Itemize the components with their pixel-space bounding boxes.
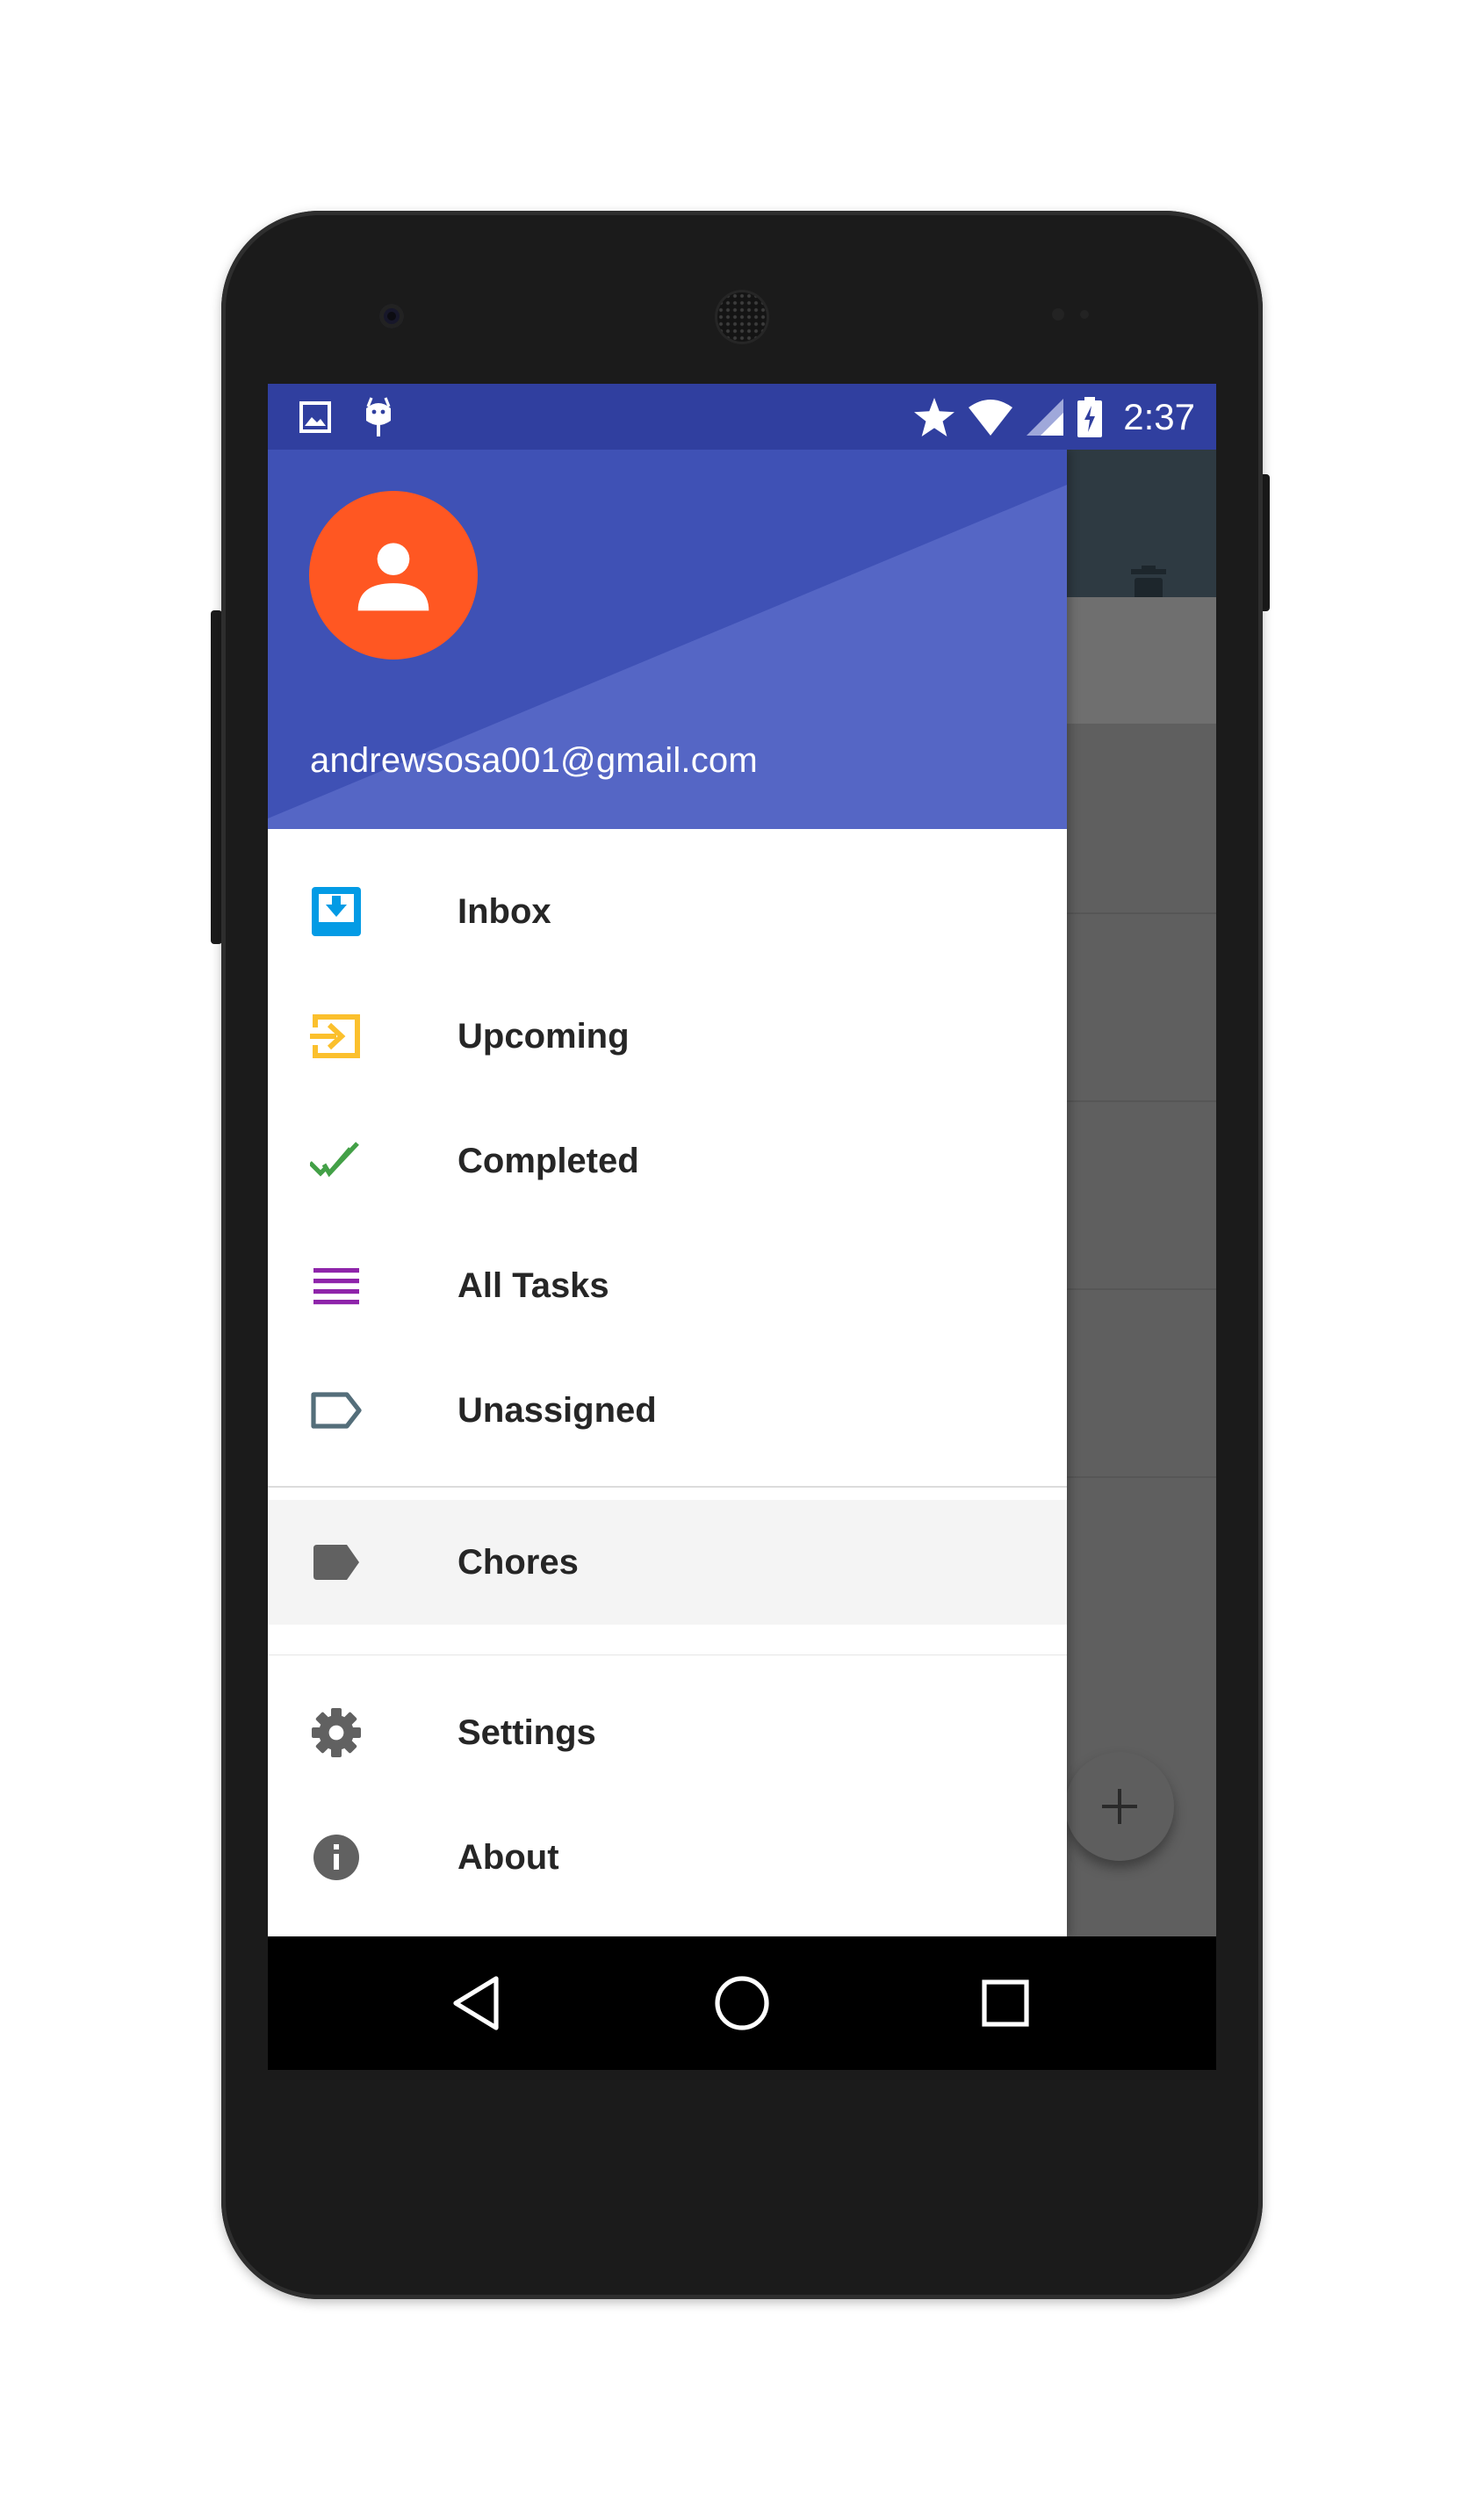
battery-charging-icon <box>1077 396 1103 437</box>
navigation-drawer: andrewsosa001@gmail.com Inbox Upcoming C… <box>268 450 1067 1936</box>
person-icon <box>357 543 429 611</box>
proximity-sensor <box>1052 308 1064 321</box>
settings-icon <box>312 1708 361 1757</box>
wifi-icon <box>969 399 1013 436</box>
plus-icon <box>1102 1789 1137 1824</box>
status-bar: 2:37 <box>268 384 1216 450</box>
inbox-icon <box>312 887 361 936</box>
avatar[interactable] <box>309 491 478 660</box>
back-icon[interactable] <box>449 1973 508 2033</box>
nav-item-unassigned[interactable]: Unassigned <box>268 1348 1067 1473</box>
divider <box>268 1486 1067 1488</box>
nav-item-label: Unassigned <box>457 1391 657 1430</box>
info-icon <box>313 1835 359 1880</box>
nav-item-about[interactable]: About <box>268 1795 1067 1920</box>
nav-item-label: Settings <box>457 1713 596 1752</box>
home-icon[interactable] <box>712 1973 772 2033</box>
label-outline-icon <box>311 1392 362 1429</box>
nav-item-label: Completed <box>457 1142 639 1180</box>
signal-icon <box>1027 398 1064 436</box>
earpiece-speaker <box>717 292 767 342</box>
nav-item-upcoming[interactable]: Upcoming <box>268 974 1067 1099</box>
nav-item-completed[interactable]: Completed <box>268 1099 1067 1223</box>
nav-item-all-tasks[interactable]: All Tasks <box>268 1223 1067 1348</box>
upcoming-icon <box>310 1014 360 1058</box>
nav-item-label: Upcoming <box>457 1017 630 1056</box>
nav-item-label: Chores <box>457 1543 579 1582</box>
list-icon <box>313 1268 359 1305</box>
recents-icon[interactable] <box>976 1973 1035 2033</box>
nav-item-label: Inbox <box>457 892 551 931</box>
star-icon <box>914 397 955 436</box>
drawer-header: andrewsosa001@gmail.com <box>268 450 1067 829</box>
status-time: 2:37 <box>1123 395 1195 437</box>
system-nav-bar <box>268 1936 1216 2070</box>
image-icon <box>299 401 331 433</box>
nav-item-inbox[interactable]: Inbox <box>268 849 1067 974</box>
android-debug-icon <box>366 397 391 436</box>
light-sensor <box>1080 310 1089 319</box>
nav-item-settings[interactable]: Settings <box>268 1670 1067 1795</box>
add-task-fab[interactable] <box>1065 1752 1174 1861</box>
front-camera <box>379 304 404 328</box>
done-all-icon <box>310 1142 359 1178</box>
account-email[interactable]: andrewsosa001@gmail.com <box>310 741 758 781</box>
nav-item-chores[interactable]: Chores <box>268 1500 1067 1625</box>
nav-item-label: About <box>457 1838 559 1877</box>
phone-screen: 2:37 andrewsosa001@gmail.com Inbox Upcom… <box>268 384 1216 2070</box>
nav-item-label: All Tasks <box>457 1266 609 1305</box>
label-icon <box>313 1545 359 1580</box>
